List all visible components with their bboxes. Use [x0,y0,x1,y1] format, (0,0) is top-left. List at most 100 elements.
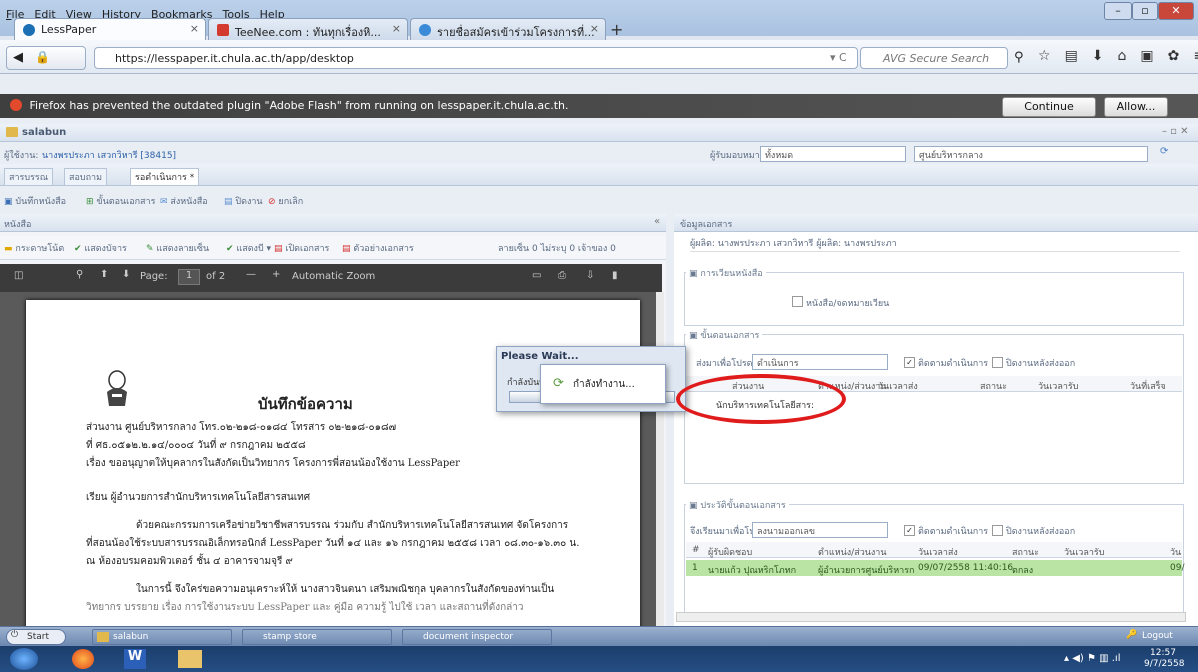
highlight-circle [676,374,846,424]
note-icon: ▬ [4,244,13,254]
memo-body-line: ที่สอนน้องใช้ระบบสารบรรณอิเล็กทรอนิกส์ L… [86,538,580,549]
close-icon[interactable]: × [190,22,199,35]
tab-teenee[interactable]: TeeNee.com : ทันทุกเรื่องหิ... × [208,18,408,40]
print-icon[interactable]: ⎙ [558,270,566,281]
send-purpose-select[interactable]: ดำเนินการ [752,354,888,370]
word-icon[interactable]: W [124,649,146,669]
zoom-select[interactable]: Automatic Zoom [292,271,375,282]
document-steps-button[interactable]: ⊞ ขั้นตอนเอกสาร [86,194,155,208]
windows-start-icon[interactable] [10,648,38,670]
search-icon[interactable]: ⚲ [1014,50,1024,65]
prev-page-icon[interactable]: ⬆ [100,269,108,280]
history-close-after-checkbox[interactable] [992,525,1003,536]
window-controls[interactable]: – ▫ ✕ [1162,126,1189,137]
firefox-icon[interactable] [72,649,94,669]
note-button[interactable]: ▬ กระดาษโน้ต [4,241,64,255]
cancel-button[interactable]: ⊘ ยกเลิก [268,194,303,208]
note-label: กระดาษโน้ต [15,244,65,254]
tab-pending[interactable]: รอดำเนินการ * [130,168,200,186]
bookmark-star-icon[interactable]: ☆ [1038,48,1051,64]
history-table-row[interactable]: 1 นายแก้ว ปุณหริกโภทก ผู้อำนวยการศูนย์บร… [686,560,1184,576]
action-toolbar: ▣ บันทึกหนังสือ ⊞ ขั้นตอนเอกสาร ✉ ส่งหนั… [0,190,1198,210]
presentation-icon[interactable]: ▭ [532,270,541,281]
user-name: นางพรประภา เสวกวิหารี [38415] [42,151,177,161]
allow-button[interactable]: Allow... [1104,97,1168,117]
close-task-button[interactable]: ▤ ปิดงาน [224,194,263,208]
sample-document-button[interactable]: ▤ ตัวอย่างเอกสาร [342,241,414,255]
history-purpose-select[interactable]: ลงนามออกเลข [752,522,888,538]
identity-icon[interactable]: 🔒 [35,50,50,64]
cell-sent-time: 09/07/2558 11:40:16 [918,563,1014,573]
cell-responsible: นายแก้ว ปุณหริกโภทก [708,566,797,576]
show-comment-button[interactable]: ✔ แสดงบัจาร [74,241,127,255]
assignee-select[interactable]: ทั้งหมด [760,146,906,162]
next-page-icon[interactable]: ⬇ [122,269,130,280]
taskbar-document-inspector[interactable]: document inspector [402,629,552,645]
download-icon[interactable]: ⇩ [586,270,594,281]
tab-inquiry[interactable]: สอบถาม [64,168,108,186]
new-tab-icon[interactable]: + [610,20,623,39]
save-document-button[interactable]: ▣ บันทึกหนังสือ [4,194,66,208]
show-signature-button[interactable]: ✎ แสดงลายเซ็น [146,241,209,255]
open-document-label: เปิดเอกสาร [285,244,330,254]
logout-button[interactable]: 🔑 Logout [1122,629,1194,645]
sidebar-toggle-icon[interactable]: ◫ [14,270,23,281]
check-icon: ✔ [226,244,234,254]
reload-icon[interactable]: ▾ C [830,51,847,64]
tray-icons[interactable]: ▴ ◀) ⚑ ▥ .ıl [1064,653,1120,664]
module-tabs: สารบรรณ สอบถาม รอดำเนินการ * [0,164,1198,186]
pdf-scrollbar[interactable] [656,292,664,628]
taskbar-salabun[interactable]: salabun [92,629,232,645]
tab-lesspaper[interactable]: LessPaper × [14,18,206,40]
addon-icon[interactable]: ✿ [1168,48,1180,64]
tab-registration[interactable]: รายชื่อสมัครเข้าร่วมโครงการที่... × [410,18,606,40]
tab-label: LessPaper [41,23,97,36]
find-icon[interactable]: ⚲ [76,269,83,280]
start-label: Start [27,632,49,642]
app-window-titlebar: salabun – ▫ ✕ [0,124,1198,142]
taskbar-stamp-store[interactable]: stamp store [242,629,392,645]
show-b-button[interactable]: ✔ แสดงบี ▾ [226,241,271,255]
history-legend: ▣ ประวัติขั้นตอนเอกสาร [686,498,789,512]
col-status: สถานะ [980,382,1007,392]
circulation-legend: ▣ การเวียนหนังสือ [686,266,766,280]
zoom-in-icon[interactable]: + [272,269,280,280]
history-table-header: # ผู้รับผิดชอบ ตำแหน่ง/ส่วนงาน วันเวลาส่… [686,542,1182,572]
home-icon[interactable]: ⌂ [1118,48,1127,64]
page-number-input[interactable]: 1 [178,269,200,285]
pocket-icon[interactable]: ▣ [1140,48,1153,64]
start-button[interactable]: ⏻ Start [6,629,66,645]
history-follow-checkbox[interactable]: ✓ [904,525,915,536]
circulation-section [684,272,1184,326]
center-select[interactable]: ศูนย์บริหารกลาง [914,146,1148,162]
continue-blocking-button[interactable]: Continue Blocking [1002,97,1096,131]
document-steps-label: ขั้นตอนเอกสาร [96,197,156,207]
zoom-out-icon[interactable]: — [246,269,256,280]
open-document-button[interactable]: ▤ เปิดเอกสาร [274,241,329,255]
hamburger-menu-icon[interactable]: ≡ [1193,48,1198,64]
circular-checkbox[interactable] [792,296,803,307]
pdf-icon: ▤ [274,244,283,254]
url-input[interactable]: https://lesspaper.it.chula.ac.th/app/des… [94,47,858,69]
close-after-checkbox[interactable] [992,357,1003,368]
close-icon[interactable]: × [392,22,401,35]
bookmark-icon[interactable]: ▮ [612,270,618,281]
downloads-icon[interactable]: ⬇ [1092,48,1104,64]
collapse-left-icon[interactable]: « [654,216,660,227]
tab-saraban[interactable]: สารบรรณ [4,168,54,186]
search-input[interactable]: AVG Secure Search [860,47,1008,69]
refresh-icon[interactable]: ⟳ [1160,146,1168,157]
right-h-scrollbar[interactable] [676,612,1186,622]
send-document-label: ส่งหนังสือ [170,197,208,207]
pdf-icon: ▤ [342,244,351,254]
back-icon[interactable]: ◀ [13,50,23,65]
signature-counts: ลายเซ็น 0 ไม่ระบุ 0 เจ้าของ 0 [498,244,616,254]
memo-recipient: เรียน ผู้อำนวยการสำนักบริหารเทคโนโลยีสาร… [86,492,311,503]
bookmarks-toolbar [0,74,1198,94]
bookmarks-list-icon[interactable]: ▤ [1065,48,1078,64]
check-icon: ✔ [74,244,82,254]
close-icon[interactable]: × [590,22,599,35]
explorer-icon[interactable] [178,650,202,668]
send-document-button[interactable]: ✉ ส่งหนังสือ [160,194,208,208]
follow-checkbox[interactable]: ✓ [904,357,915,368]
